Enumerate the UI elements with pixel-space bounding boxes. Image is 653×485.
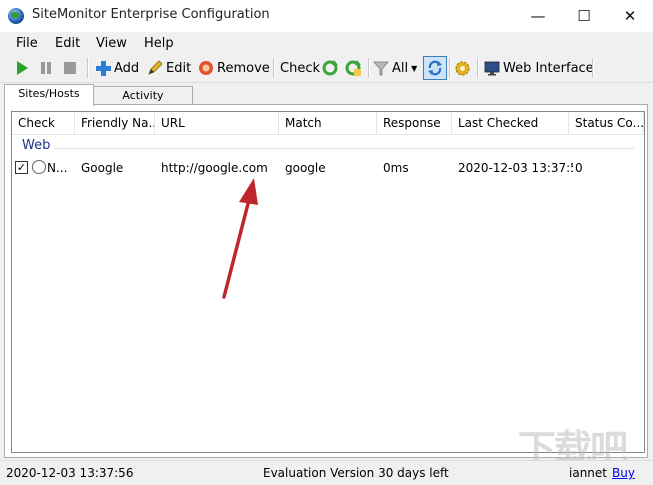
row-check-text: N... — [47, 161, 68, 175]
start-button[interactable] — [14, 58, 30, 78]
group-web: Web — [12, 138, 644, 156]
sites-panel: Check Friendly Na... URL Match Response … — [4, 104, 648, 458]
pause-icon — [41, 62, 51, 74]
maximize-button[interactable]: ☐ — [561, 0, 607, 32]
toolbar: Add Edit Remove Check All ▼ Web Interfac… — [0, 54, 653, 83]
menu-view[interactable]: View — [96, 36, 127, 51]
status-bar: 2020-12-03 13:37:56 Evaluation Version 3… — [0, 460, 653, 485]
web-interface-label: Web Interface — [503, 60, 594, 76]
row-last-checked: 2020-12-03 13:37:56 — [458, 161, 573, 175]
remove-label: Remove — [217, 60, 270, 76]
row-url: http://google.com — [161, 161, 268, 175]
tab-activity[interactable]: Activity — [93, 86, 193, 105]
group-label: Web — [22, 138, 51, 153]
column-match[interactable]: Match — [279, 112, 377, 134]
column-status-code[interactable]: Status Co... — [569, 112, 644, 134]
row-response: 0ms — [383, 161, 409, 175]
remove-button[interactable]: Remove — [198, 58, 270, 78]
buy-link[interactable]: Buy — [612, 466, 635, 480]
tab-sites-hosts[interactable]: Sites/Hosts — [4, 84, 94, 106]
close-button[interactable]: ✕ — [607, 0, 653, 32]
row-checkbox[interactable]: ✓ — [15, 161, 28, 174]
play-icon — [17, 61, 28, 75]
settings-button[interactable] — [454, 58, 471, 78]
sync-icon — [428, 60, 442, 76]
monitor-icon — [484, 61, 500, 76]
gear-icon — [455, 61, 470, 75]
status-message: Evaluation Version 30 days left — [263, 466, 449, 480]
column-friendly-name[interactable]: Friendly Na... — [75, 112, 155, 134]
filter-dropdown[interactable]: All ▼ — [373, 58, 417, 78]
add-button[interactable]: Add — [95, 58, 139, 78]
table-row[interactable]: ✓ N... Google http://google.com google 0… — [12, 158, 644, 178]
refresh-all-icon — [345, 60, 361, 76]
status-time: 2020-12-03 13:37:56 — [6, 466, 134, 480]
title-bar: SiteMonitor Enterprise Configuration — ☐… — [0, 0, 653, 32]
add-label: Add — [114, 60, 140, 76]
check-selected-button[interactable] — [321, 58, 339, 78]
edit-button[interactable]: Edit — [147, 58, 191, 78]
refresh-green-icon — [322, 60, 338, 76]
plus-icon — [96, 61, 111, 76]
app-globe-icon — [8, 8, 24, 24]
tab-strip: Sites/Hosts Activity — [0, 84, 653, 106]
check-all-button[interactable] — [344, 58, 362, 78]
edit-label: Edit — [166, 60, 192, 76]
menu-help[interactable]: Help — [144, 36, 174, 51]
column-url[interactable]: URL — [155, 112, 279, 134]
check-label: Check — [280, 60, 320, 76]
filter-label: All — [392, 60, 409, 76]
web-interface-button[interactable]: Web Interface — [484, 58, 594, 78]
list-header: Check Friendly Na... URL Match Response … — [12, 112, 644, 135]
menu-file[interactable]: File — [16, 36, 38, 51]
status-user: iannet — [569, 466, 607, 480]
row-match: google — [285, 161, 326, 175]
stop-button[interactable] — [62, 58, 78, 78]
check-button[interactable]: Check — [280, 58, 320, 78]
column-check[interactable]: Check — [12, 112, 75, 134]
auto-refresh-toggle[interactable] — [423, 56, 447, 80]
column-last-checked[interactable]: Last Checked — [452, 112, 569, 134]
status-indicator-icon — [32, 160, 46, 174]
pencil-icon — [148, 60, 163, 75]
dropdown-arrow-icon: ▼ — [411, 63, 418, 73]
menu-edit[interactable]: Edit — [55, 36, 80, 51]
funnel-icon — [373, 61, 389, 76]
window-title: SiteMonitor Enterprise Configuration — [32, 7, 270, 22]
row-status-code: 0 — [575, 161, 583, 175]
minimize-button[interactable]: — — [515, 0, 561, 32]
row-friendly-name: Google — [81, 161, 124, 175]
menu-bar: File Edit View Help — [0, 32, 653, 54]
column-response[interactable]: Response — [377, 112, 452, 134]
pause-button[interactable] — [38, 58, 54, 78]
remove-icon — [199, 61, 213, 75]
stop-icon — [64, 62, 76, 74]
sites-list[interactable]: Check Friendly Na... URL Match Response … — [11, 111, 645, 453]
